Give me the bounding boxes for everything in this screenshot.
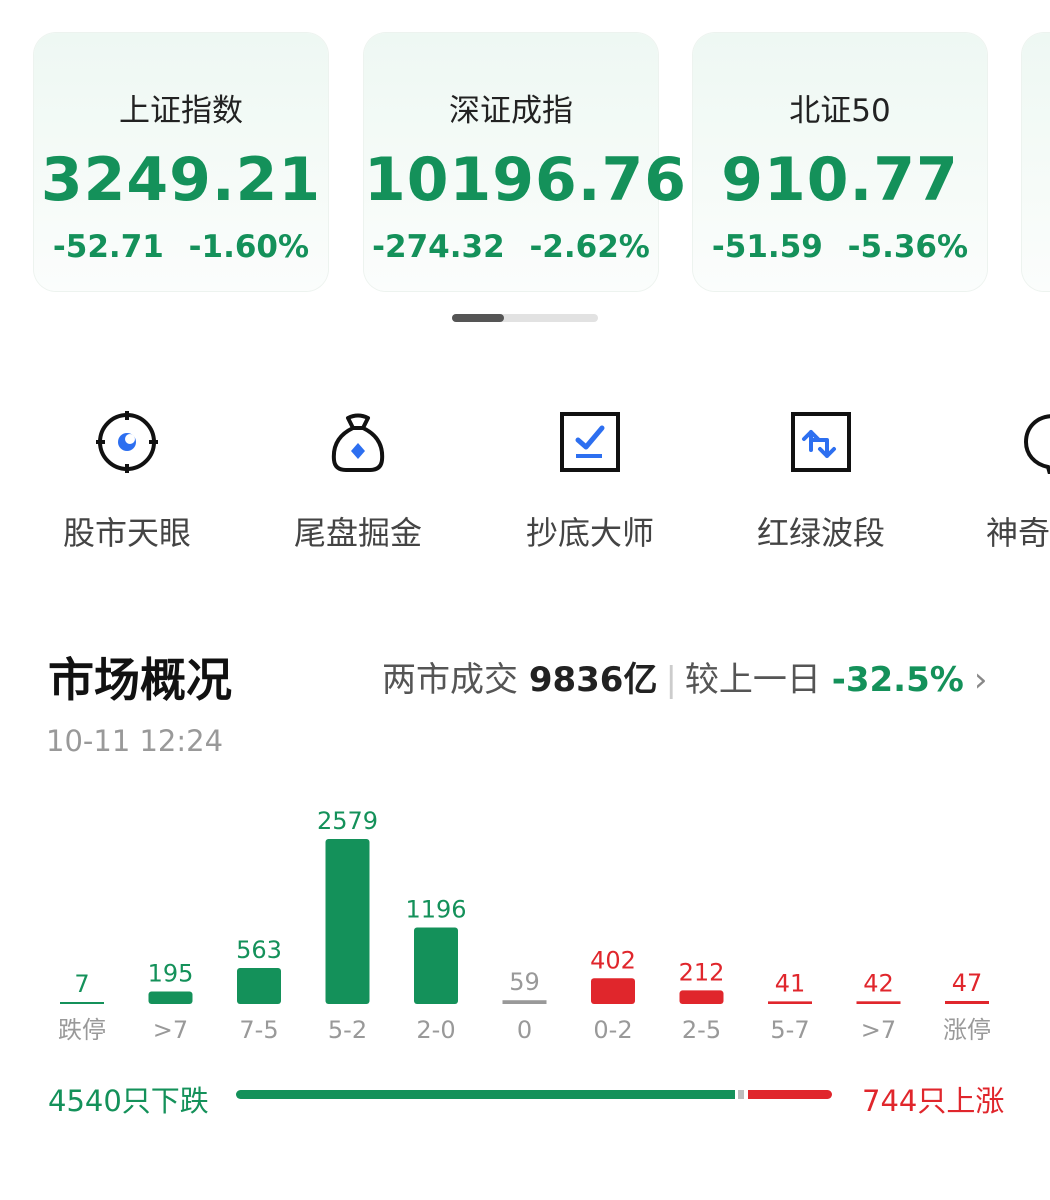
index-value: 910.77 (721, 145, 959, 215)
index-card-bj50[interactable]: 北证50 910.77 -51.59 -5.36% (693, 33, 987, 291)
index-change-points: -274.32 (372, 229, 505, 265)
bar-3 (325, 839, 370, 1004)
bar-10 (945, 1000, 989, 1004)
update-timestamp: 10-11 12:24 (46, 724, 224, 758)
index-change: -52.71 -1.60% (34, 229, 328, 265)
category-label: 2-0 (416, 1016, 455, 1044)
category-label: 0-2 (593, 1016, 632, 1044)
flat-bar (738, 1090, 744, 1099)
magic-bubble-icon (1022, 410, 1050, 475)
turnover-value: 9836亿 (528, 660, 658, 700)
index-card-sz[interactable]: 深证成指 10196.76 -274.32 -2.62% (364, 33, 688, 291)
market-overview-title: 市场概况 (48, 653, 232, 707)
index-name: 上证指数 (119, 93, 243, 129)
rise-fall-distribution-chart: 7 跌停 195 >7 563 7-5 2579 5-2 1196 2-0 59 0 402 0-2 212… (58, 807, 991, 1044)
decliners-count: 4540只下跌 (48, 1084, 209, 1118)
bar-6 (591, 978, 635, 1004)
index-change-percent: -1.60% (188, 229, 310, 265)
bar-value-label: 59 (509, 968, 540, 996)
money-bag-icon (326, 410, 390, 474)
bar-1 (148, 991, 193, 1004)
bar-7 (679, 990, 724, 1004)
category-label: 跌停 (58, 1016, 106, 1044)
category-label: 0 (517, 1016, 532, 1044)
turnover-label: 两市成交 (382, 660, 518, 700)
index-change-points: -52.71 (52, 229, 164, 265)
bar-8 (768, 1001, 812, 1004)
bar-value-label: 7 (74, 970, 89, 998)
chevron-right-icon: › (973, 660, 988, 700)
tool-weipan-juejin[interactable]: 尾盘掘金 (268, 410, 448, 554)
category-label: >7 (861, 1016, 896, 1044)
eye-target-icon (95, 410, 159, 474)
bar-value-label: 1196 (405, 895, 466, 923)
bar-value-label: 563 (236, 936, 282, 964)
index-value: 3249.21 (40, 145, 322, 215)
tool-shenqi[interactable]: 神奇 (962, 410, 1050, 554)
bar-2 (237, 967, 281, 1004)
tool-honglv-boduan[interactable]: 红绿波段 (731, 410, 911, 554)
tool-label: 尾盘掘金 (293, 514, 422, 552)
category-label: 涨停 (943, 1016, 991, 1044)
turnover-summary[interactable]: 两市成交 9836亿 | 较上一日 -32.5% › (382, 652, 987, 701)
tool-chaodi-dashi[interactable]: 抄底大师 (500, 410, 680, 554)
tool-label: 红绿波段 (756, 514, 885, 552)
tool-label: 神奇 (986, 514, 1050, 552)
advancers-count: 744只上涨 (862, 1084, 1005, 1118)
bar-5 (502, 1000, 547, 1004)
index-change: -274.32 -2.62% (364, 229, 658, 265)
bar-0 (60, 1002, 104, 1004)
chart-check-icon (558, 410, 622, 474)
index-change: -51.59 -5.36% (693, 229, 987, 265)
swap-arrows-icon (789, 410, 853, 474)
category-label: 7-5 (239, 1016, 278, 1044)
tool-gushi-tianyan[interactable]: 股市天眼 (37, 410, 217, 554)
tool-label: 股市天眼 (62, 514, 191, 552)
compare-label: 较上一日 (684, 660, 821, 700)
index-card-partial[interactable] (1022, 33, 1050, 291)
tool-label: 抄底大师 (525, 514, 654, 552)
bar-value-label: 42 (863, 969, 894, 997)
category-label: 5-2 (328, 1016, 367, 1044)
category-label: >7 (153, 1016, 188, 1044)
index-name: 北证50 (789, 93, 891, 129)
index-change-percent: -5.36% (847, 229, 969, 265)
compare-value: -32.5% (831, 660, 964, 700)
bar-value-label: 41 (775, 969, 806, 997)
bar-4 (414, 927, 458, 1004)
bar-value-label: 212 (679, 958, 725, 986)
divider: | (665, 660, 677, 700)
index-change-percent: -2.62% (529, 229, 650, 265)
index-name: 深证成指 (449, 93, 573, 129)
carousel-pager (452, 314, 598, 322)
decliners-bar (236, 1090, 735, 1099)
index-value: 10196.76 (364, 145, 688, 215)
bar-value-label: 195 (148, 960, 194, 988)
index-change-points: -51.59 (711, 229, 823, 265)
bar-9 (856, 1001, 901, 1004)
bar-value-label: 47 (952, 969, 983, 997)
index-card-sh[interactable]: 上证指数 3249.21 -52.71 -1.60% (34, 33, 328, 291)
bar-value-label: 2579 (317, 807, 378, 835)
bar-value-label: 402 (590, 946, 636, 974)
pager-thumb (452, 314, 504, 322)
advancers-bar (748, 1090, 832, 1099)
category-label: 2-5 (682, 1016, 721, 1044)
category-label: 5-7 (770, 1016, 809, 1044)
